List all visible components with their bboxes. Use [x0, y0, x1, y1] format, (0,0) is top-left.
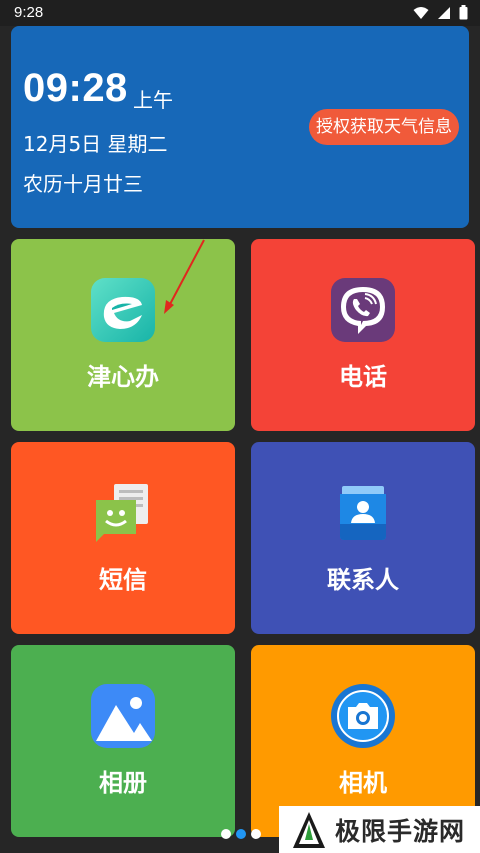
page-dot[interactable]: [221, 829, 231, 839]
status-time: 9:28: [14, 4, 44, 21]
jinxinban-app-icon: [90, 277, 156, 343]
tile-contacts[interactable]: 联系人: [251, 442, 475, 634]
status-bar: 9:28: [0, 0, 480, 26]
contacts-icon: [330, 480, 396, 546]
clock-ampm: 上午: [133, 88, 173, 112]
message-icon: [90, 480, 156, 546]
weather-authorize-button[interactable]: 授权获取天气信息: [309, 109, 459, 145]
page-dot-active[interactable]: [236, 829, 246, 839]
clock-widget[interactable]: 09:28 上午 12月5日 星期二 农历十月廿三 授权获取天气信息: [11, 26, 469, 228]
tile-gallery[interactable]: 相册: [11, 645, 235, 837]
tile-label: 相机: [339, 769, 387, 797]
lunar-date: 农历十月廿三: [23, 172, 143, 196]
clock-date: 12月5日 星期二: [23, 132, 168, 156]
page-indicator: [221, 829, 261, 839]
tile-label: 电话: [339, 363, 387, 391]
wifi-icon: [413, 6, 429, 20]
status-icons: [413, 5, 468, 20]
clock-time: 09:28: [23, 66, 128, 110]
tile-label: 相册: [99, 769, 147, 797]
gallery-icon: [90, 683, 156, 749]
page-dot[interactable]: [251, 829, 261, 839]
tile-label: 联系人: [327, 566, 399, 594]
camera-icon: [330, 683, 396, 749]
watermark-logo-icon: [293, 811, 325, 848]
tile-label: 短信: [99, 566, 147, 594]
battery-icon: [459, 5, 468, 20]
tile-label: 津心办: [87, 363, 159, 391]
phone-icon: [330, 277, 396, 343]
annotation-arrow-icon: [164, 239, 205, 314]
tile-phone[interactable]: 电话: [251, 239, 475, 431]
watermark-text: 极限手游网: [335, 816, 466, 846]
tile-messages[interactable]: 短信: [11, 442, 235, 634]
signal-icon: [437, 6, 451, 20]
watermark: 极限手游网: [279, 806, 480, 853]
